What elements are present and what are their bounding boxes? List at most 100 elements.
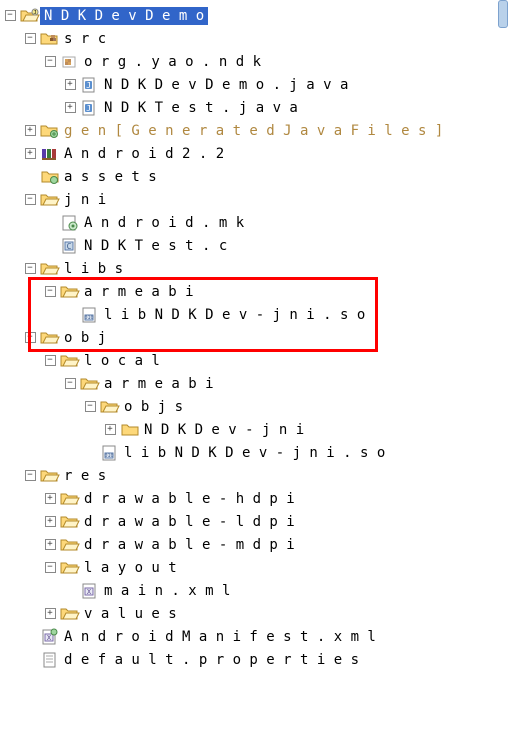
scrollbar[interactable] [498, 0, 508, 28]
tree-item[interactable]: −l i b s [0, 257, 510, 280]
tree-item[interactable]: −s r c [0, 27, 510, 50]
tree-item-label: N D K T e s t . c [80, 237, 231, 255]
tree-item[interactable]: +JN D K T e s t . j a v a [0, 96, 510, 119]
pkg-fld-icon [41, 31, 59, 47]
tree-item-label: l o c a l [80, 352, 164, 370]
tree-item[interactable]: − o r g . y a o . n d k [0, 50, 510, 73]
tree-item-label: N D K D e v D e m o [40, 7, 208, 25]
tree-item-label: d r a w a b l e - h d p i [80, 490, 299, 508]
bin-icon: 010 [81, 307, 99, 323]
expand-icon[interactable]: + [45, 493, 56, 504]
tree-item[interactable]: −r e s [0, 464, 510, 487]
expand-icon[interactable]: + [45, 539, 56, 550]
tree-item[interactable]: + g e n [ G e n e r a t e d J a v a F i l… [0, 119, 510, 142]
tree-item[interactable]: −o b j [0, 326, 510, 349]
fld-open-icon [81, 376, 99, 392]
tree-item-label: s r c [60, 30, 110, 48]
tree-item[interactable]: + N D K D e v - j n i [0, 418, 510, 441]
tree-item[interactable]: d e f a u l t . p r o p e r t i e s [0, 648, 510, 671]
fld-icon [121, 422, 139, 438]
collapse-icon[interactable]: − [45, 355, 56, 366]
tree-item[interactable]: −o b j s [0, 395, 510, 418]
tree-item-label: o b j s [120, 398, 187, 416]
fld-open-icon [61, 284, 79, 300]
tree-item[interactable]: −l a y o u t [0, 556, 510, 579]
tree-item-label: m a i n . x m l [100, 582, 234, 600]
tree-item[interactable]: A n d r o i d . m k [0, 211, 510, 234]
fld-open-icon [61, 537, 79, 553]
tree-item[interactable]: −j n i [0, 188, 510, 211]
mk-icon [61, 215, 79, 231]
expand-icon[interactable]: + [105, 424, 116, 435]
tree-item-label: j n i [60, 191, 110, 209]
expand-icon[interactable]: + [45, 608, 56, 619]
collapse-icon[interactable]: − [25, 33, 36, 44]
tree-item-label: a r m e a b i [100, 375, 218, 393]
tree-item[interactable]: −JN D K D e v D e m o [0, 4, 510, 27]
tree-item-label: N D K D e v - j n i [140, 421, 308, 439]
expand-icon[interactable]: + [65, 79, 76, 90]
expand-icon[interactable]: + [45, 516, 56, 527]
tree-item-label: l a y o u t [80, 559, 181, 577]
lib-icon [41, 146, 59, 162]
collapse-icon[interactable]: − [65, 378, 76, 389]
xmla-icon: X [41, 629, 59, 645]
tree-item[interactable]: + A n d r o i d 2 . 2 [0, 142, 510, 165]
bin-icon: 010 [101, 445, 119, 461]
collapse-icon[interactable]: − [45, 286, 56, 297]
svg-text:J: J [86, 81, 91, 90]
tree-item-label: N D K D e v D e m o . j a v a [100, 76, 352, 94]
svg-text:010: 010 [84, 315, 93, 321]
tree-item[interactable]: −a r m e a b i [0, 372, 510, 395]
proj-open-icon: J [21, 8, 39, 24]
pkg-icon [61, 54, 79, 70]
tree-item-label: o b j [60, 329, 110, 347]
expand-icon[interactable]: + [25, 125, 36, 136]
tree-item-label: d e f a u l t . p r o p e r t i e s [60, 651, 363, 669]
fld-open-icon [41, 330, 59, 346]
svg-text:010: 010 [104, 453, 113, 459]
fld-open-icon [41, 261, 59, 277]
collapse-icon[interactable]: − [85, 401, 96, 412]
tree-item[interactable]: + d r a w a b l e - h d p i [0, 487, 510, 510]
collapse-icon[interactable]: − [45, 56, 56, 67]
tree-item[interactable]: −l o c a l [0, 349, 510, 372]
fld-dec-icon [41, 169, 59, 185]
expand-icon[interactable]: + [25, 148, 36, 159]
tree-item-label: A n d r o i d 2 . 2 [60, 145, 228, 163]
java-icon: J [81, 77, 99, 93]
tree-item[interactable]: a s s e t s [0, 165, 510, 188]
tree-item-label: g e n [ G e n e r a t e d J a v a F i l … [60, 122, 447, 140]
tree-item-label: o r g . y a o . n d k [80, 53, 265, 71]
svg-text:J: J [86, 104, 91, 113]
collapse-icon[interactable]: − [45, 562, 56, 573]
svg-text:C: C [67, 242, 72, 251]
tree-item[interactable]: 010l i b N D K D e v - j n i . s o [0, 303, 510, 326]
collapse-icon[interactable]: − [25, 332, 36, 343]
collapse-icon[interactable]: − [25, 263, 36, 274]
tree-item-label: a r m e a b i [80, 283, 198, 301]
tree-item-label: r e s [60, 467, 110, 485]
tree-item[interactable]: 010l i b N D K D e v - j n i . s o [0, 441, 510, 464]
tree-item-label: A n d r o i d M a n i f e s t . x m l [60, 628, 380, 646]
fld-open-icon [61, 606, 79, 622]
fld-open-icon [61, 491, 79, 507]
tree-item-label: v a l u e s [80, 605, 181, 623]
tree-item[interactable]: + J N D K D e v D e m o . j a v a [0, 73, 510, 96]
collapse-icon[interactable]: − [5, 10, 16, 21]
tree-item[interactable]: C N D K T e s t . c [0, 234, 510, 257]
fld-open-icon [61, 514, 79, 530]
tree-item[interactable]: + v a l u e s [0, 602, 510, 625]
fld-open-icon [61, 353, 79, 369]
tree-item-label: a s s e t s [60, 168, 161, 186]
xml-icon: X [81, 583, 99, 599]
tree-item[interactable]: Xm a i n . x m l [0, 579, 510, 602]
java-icon: J [81, 100, 99, 116]
collapse-icon[interactable]: − [25, 470, 36, 481]
collapse-icon[interactable]: − [25, 194, 36, 205]
tree-item[interactable]: XA n d r o i d M a n i f e s t . x m l [0, 625, 510, 648]
tree-item[interactable]: +d r a w a b l e - l d p i [0, 510, 510, 533]
tree-item[interactable]: −a r m e a b i [0, 280, 510, 303]
tree-item[interactable]: +d r a w a b l e - m d p i [0, 533, 510, 556]
expand-icon[interactable]: + [65, 102, 76, 113]
